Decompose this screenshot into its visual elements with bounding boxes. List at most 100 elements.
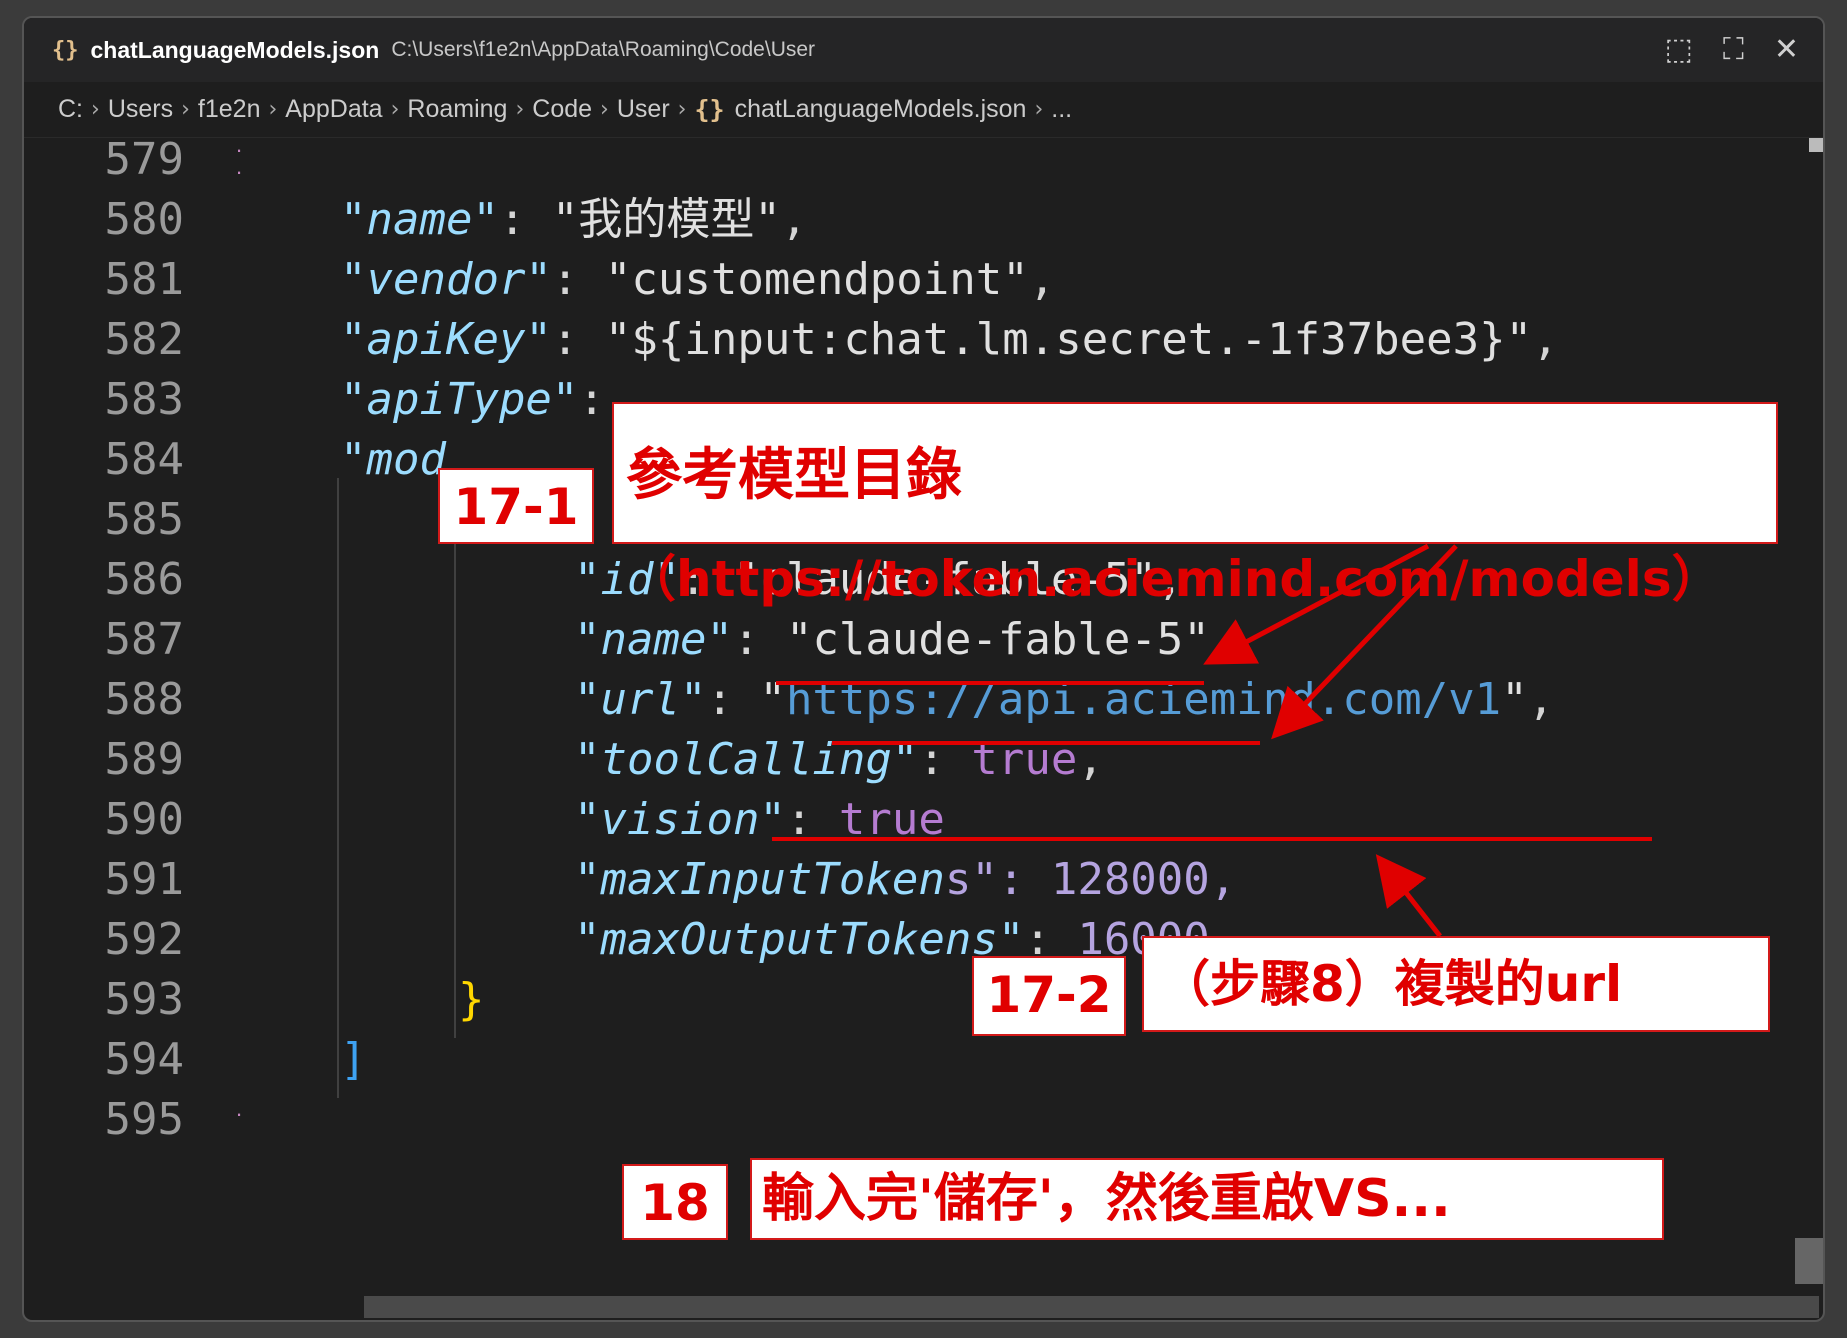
- chevron-right-icon: ›: [600, 97, 609, 122]
- fullscreen-icon[interactable]: ⛶: [1723, 32, 1744, 68]
- breadcrumb: C: › Users › f1e2n › AppData › Roaming ›…: [24, 82, 1823, 138]
- json-key: "mod: [340, 434, 446, 485]
- step-tag-17-2: 17-2: [972, 956, 1126, 1036]
- line-number: 587: [104, 614, 184, 665]
- fold-marker: .: [236, 154, 243, 179]
- code-line-583: "apiType":: [340, 370, 605, 430]
- title-bar: {} chatLanguageModels.json C:\Users\f1e2…: [24, 18, 1823, 82]
- callout-copied-url: （步驟8）複製的url: [1142, 936, 1770, 1032]
- json-key: "apiKey": [340, 314, 552, 365]
- code-line-594: ]: [340, 1030, 367, 1090]
- step-tag-17-1: 17-1: [438, 468, 594, 544]
- vertical-scrollbar-thumb[interactable]: [1795, 1238, 1823, 1284]
- json-file-icon: {}: [694, 95, 725, 124]
- chevron-right-icon: ›: [390, 97, 400, 122]
- line-number: 594: [104, 1034, 184, 1085]
- line-number: 589: [104, 734, 184, 785]
- highlight-underline-name: [832, 741, 1260, 745]
- callout-model-catalog-title: 參考模型目錄: [626, 442, 962, 508]
- line-number: 584: [104, 434, 184, 485]
- json-value: s": 128000,: [944, 854, 1237, 905]
- breadcrumb-item-appdata[interactable]: AppData: [285, 95, 382, 124]
- code-editor[interactable]: 579 580 581 582 583 584 585 586 587 588 …: [24, 132, 1823, 1320]
- highlight-underline-id: [776, 681, 1204, 685]
- json-sep: :: [551, 314, 605, 365]
- json-key: "url": [574, 674, 707, 725]
- json-sep: :: [706, 674, 760, 725]
- json-sep: ,: [780, 194, 808, 245]
- code-line-593: }: [458, 970, 485, 1030]
- chevron-right-icon: ›: [181, 97, 190, 122]
- json-key: "apiType": [340, 374, 579, 425]
- code-line-584: "mod: [340, 430, 446, 490]
- json-value: "customendpoint": [604, 254, 1029, 305]
- window-filename: chatLanguageModels.json: [90, 36, 380, 63]
- chevron-right-icon: ›: [515, 97, 525, 122]
- chevron-right-icon: ›: [268, 97, 278, 122]
- breadcrumb-item-user-folder[interactable]: f1e2n: [198, 95, 261, 124]
- line-number: 593: [104, 974, 184, 1025]
- json-value: "我的模型": [551, 194, 781, 245]
- breadcrumb-item-file[interactable]: chatLanguageModels.json: [735, 95, 1027, 124]
- line-number: 580: [104, 194, 184, 245]
- line-number: 592: [104, 914, 184, 965]
- line-number: 585: [104, 494, 184, 545]
- callout-model-catalog: 參考模型目錄 （https://token.aciemind.com/model…: [612, 402, 1778, 608]
- callout-save-restart: 輸入完'儲存'，然後重啟VS...: [750, 1158, 1664, 1240]
- json-key: "maxOutputTokens": [574, 914, 1025, 965]
- line-number: 582: [104, 314, 184, 365]
- json-sep: ,: [1028, 254, 1056, 305]
- code-line-588: "url": "https://api.aciemind.com/v1",: [574, 670, 1554, 730]
- indent-guide: [337, 478, 339, 1098]
- chevron-right-icon: ›: [677, 97, 687, 122]
- line-number: 588: [104, 674, 184, 725]
- title-actions: ⬚ ⛶ ✕: [1665, 32, 1800, 68]
- json-file-icon: {}: [52, 37, 79, 63]
- fold-marker: .: [236, 1096, 243, 1121]
- json-sep: :: [578, 374, 605, 425]
- json-sep: :: [551, 254, 605, 305]
- code-line-590: "vision": true: [574, 790, 945, 850]
- code-line-582: "apiKey": "${input:chat.lm.secret.-1f37b…: [340, 310, 1559, 370]
- step-tag-18: 18: [622, 1164, 728, 1240]
- window-path: C:\Users\f1e2n\AppData\Roaming\Code\User: [391, 38, 816, 61]
- json-key: "vendor": [340, 254, 552, 305]
- vertical-scrollbar-marker[interactable]: [1809, 138, 1823, 152]
- json-brace: }: [458, 974, 485, 1025]
- json-bracket: ]: [340, 1034, 367, 1085]
- json-quote: ": [1501, 674, 1528, 725]
- json-sep: ,: [1532, 314, 1559, 365]
- select-region-icon[interactable]: ⬚: [1665, 32, 1693, 68]
- code-line-581: "vendor": "customendpoint",: [340, 250, 1055, 310]
- chevron-right-icon: ›: [91, 97, 100, 122]
- callout-model-catalog-url: （https://token.aciemind.com/models）: [626, 550, 1722, 608]
- json-sep: ,: [1527, 674, 1555, 725]
- breadcrumb-item-users[interactable]: Users: [108, 95, 173, 124]
- line-number: 590: [104, 794, 184, 845]
- code-line-580: "name": "我的模型",: [340, 190, 807, 250]
- breadcrumb-item-roaming[interactable]: Roaming: [407, 95, 507, 124]
- json-key: "maxInputToken: [574, 854, 945, 905]
- breadcrumb-item-user[interactable]: User: [617, 95, 670, 124]
- horizontal-scrollbar[interactable]: [364, 1296, 1819, 1318]
- json-value: "${input:chat.lm.secret.-1f37bee3}": [604, 314, 1533, 365]
- line-number: 583: [104, 374, 184, 425]
- breadcrumb-item-drive[interactable]: C:: [58, 95, 83, 124]
- indent-guide: [454, 538, 456, 1038]
- json-key: "vision": [574, 794, 786, 845]
- editor-window: {} chatLanguageModels.json C:\Users\f1e2…: [22, 16, 1825, 1322]
- json-key: "name": [340, 194, 499, 245]
- code-line-591: "maxInputTokens": 128000,: [574, 850, 1236, 910]
- chevron-right-icon: ›: [1034, 97, 1044, 122]
- line-number: 595: [104, 1094, 184, 1145]
- line-number: 581: [104, 254, 184, 305]
- breadcrumb-item-more[interactable]: ...: [1051, 95, 1072, 124]
- line-number: 579: [104, 134, 184, 185]
- close-icon[interactable]: ✕: [1774, 32, 1799, 68]
- breadcrumb-item-code[interactable]: Code: [532, 95, 592, 124]
- highlight-underline-url: [772, 837, 1652, 841]
- line-number: 591: [104, 854, 184, 905]
- line-number: 586: [104, 554, 184, 605]
- json-sep: :: [498, 194, 552, 245]
- code-line-589: "toolCalling": true,: [574, 730, 1104, 790]
